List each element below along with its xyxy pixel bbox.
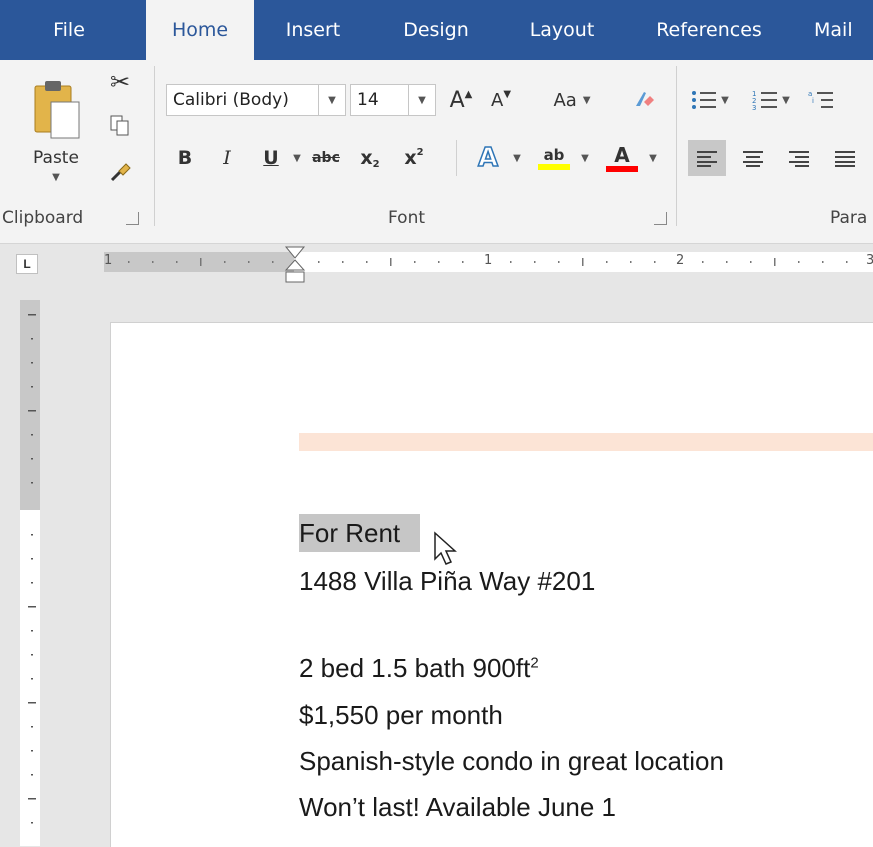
font-name-value: Calibri (Body) [173, 90, 289, 110]
header-band [299, 433, 873, 451]
paste-icon [34, 80, 80, 138]
tab-file[interactable]: File [24, 0, 114, 60]
document-line-availability[interactable]: Won’t last! Available June 1 [299, 792, 616, 823]
change-case-icon: Aa [553, 89, 577, 111]
document-line-title[interactable]: For Rent [299, 514, 421, 552]
tab-mailings[interactable]: Mail [806, 0, 873, 60]
separator [456, 140, 457, 176]
numbering-button[interactable]: 123 ▼ [744, 84, 798, 116]
document-page[interactable]: For Rent 1488 Villa Piña Way #201 2 bed … [110, 322, 873, 847]
chevron-down-icon[interactable]: ▼ [578, 150, 592, 166]
grow-font-button[interactable]: A ▲ [444, 84, 478, 116]
align-center-icon [743, 151, 763, 167]
group-separator [676, 66, 677, 226]
ribbon-tab-bar: File Home Insert Design Layout Reference… [0, 0, 873, 60]
highlight-color-bar [538, 164, 570, 170]
clipboard-group-label: Clipboard [2, 208, 84, 228]
tab-references[interactable]: References [644, 0, 774, 60]
align-right-button[interactable] [780, 140, 818, 176]
vertical-ruler-ticks [28, 314, 36, 824]
multilevel-list-icon: ai [808, 90, 833, 108]
chevron-down-icon: ▼ [721, 94, 729, 106]
copy-icon[interactable] [104, 110, 136, 142]
superscript-button[interactable]: x2 [396, 142, 432, 174]
font-color-bar [606, 166, 638, 172]
document-line-description[interactable]: Spanish-style condo in great location [299, 746, 724, 777]
mouse-cursor-icon [434, 531, 457, 565]
group-separator [154, 66, 155, 226]
text-effects-button[interactable]: A [468, 140, 508, 176]
clear-formatting-button[interactable] [626, 84, 662, 116]
paste-label: Paste [33, 147, 79, 168]
document-line-address[interactable]: 1488 Villa Piña Way #201 [299, 566, 595, 597]
highlight-button[interactable]: ab [534, 140, 574, 176]
justify-icon [835, 151, 855, 167]
subscript-button[interactable]: x2 [352, 142, 388, 174]
horizontal-ruler[interactable]: L 1 1 2 3 [0, 244, 873, 283]
chevron-down-icon: ▼ [582, 94, 591, 106]
bold-button[interactable]: B [170, 142, 200, 174]
document-line-details[interactable]: 2 bed 1.5 bath 900ft2 [299, 653, 539, 684]
align-left-icon [697, 151, 717, 167]
change-case-button[interactable]: Aa ▼ [540, 84, 604, 116]
bullets-icon [692, 91, 717, 109]
superscript-icon: x [404, 147, 417, 169]
paste-button[interactable]: Paste ▼ [20, 68, 92, 192]
ruler-number: 3 [866, 253, 873, 268]
align-right-icon [789, 151, 809, 167]
ruler-number: 1 [104, 253, 113, 268]
numbering-icon: 123 [752, 90, 778, 111]
chevron-down-icon: ▼ [782, 94, 790, 106]
indent-marker-icon[interactable] [284, 246, 306, 286]
vertical-ruler[interactable] [20, 300, 40, 846]
tab-selector-icon[interactable]: L [16, 254, 38, 274]
tab-insert[interactable]: Insert [268, 0, 358, 60]
ruler-number: 2 [676, 253, 685, 268]
bullets-button[interactable]: ▼ [688, 84, 732, 116]
shrink-font-icon: A [490, 89, 504, 111]
justify-button[interactable] [826, 140, 864, 176]
font-color-button[interactable]: A [602, 140, 642, 176]
document-line-price[interactable]: $1,550 per month [299, 700, 503, 731]
tab-layout[interactable]: Layout [512, 0, 612, 60]
ruler-strip: 1 1 2 3 [104, 252, 873, 272]
font-dialog-launcher-icon[interactable] [654, 212, 667, 225]
svg-text:i: i [812, 97, 814, 105]
chevron-down-icon[interactable]: ▼ [646, 150, 660, 166]
paragraph-group-label: Para [830, 208, 868, 228]
paste-dropdown-arrow: ▼ [52, 171, 60, 183]
details-text: 2 bed 1.5 bath 900ft [299, 653, 531, 683]
shrink-font-button[interactable]: A ▼ [484, 84, 518, 116]
grow-font-icon: A [449, 87, 465, 113]
cut-icon[interactable]: ✂ [104, 66, 136, 98]
font-size-value: 14 [357, 90, 379, 110]
chevron-down-icon[interactable]: ▼ [318, 85, 345, 115]
svg-text:3: 3 [752, 104, 756, 111]
ribbon: Paste ▼ ✂ Clipboard Calibri (Body) ▼ 14 … [0, 60, 873, 244]
format-painter-icon[interactable] [104, 156, 136, 188]
chevron-down-icon[interactable]: ▼ [408, 85, 435, 115]
italic-button[interactable]: I [212, 142, 242, 174]
highlighter-icon: ab [543, 146, 565, 164]
multilevel-list-button[interactable]: ai [808, 84, 868, 116]
selected-text[interactable]: For Rent [299, 514, 421, 552]
font-size-combobox[interactable]: 14 ▼ [350, 84, 436, 116]
align-left-button[interactable] [688, 140, 726, 176]
chevron-down-icon[interactable]: ▼ [510, 150, 524, 166]
align-center-button[interactable] [734, 140, 772, 176]
tab-home[interactable]: Home [146, 0, 254, 60]
chevron-down-icon[interactable]: ▼ [290, 150, 304, 166]
subscript-icon: x [360, 147, 373, 169]
font-name-combobox[interactable]: Calibri (Body) ▼ [166, 84, 346, 116]
font-group-label: Font [388, 208, 426, 228]
underline-button[interactable]: U [256, 142, 286, 174]
tab-design[interactable]: Design [386, 0, 486, 60]
ruler-number: 1 [484, 253, 493, 268]
clipboard-dialog-launcher-icon[interactable] [126, 212, 139, 225]
font-color-icon: A [614, 143, 630, 167]
strikethrough-button[interactable]: abc [306, 142, 346, 174]
clear-formatting-icon [636, 92, 654, 106]
superscript-text: 2 [530, 654, 539, 672]
